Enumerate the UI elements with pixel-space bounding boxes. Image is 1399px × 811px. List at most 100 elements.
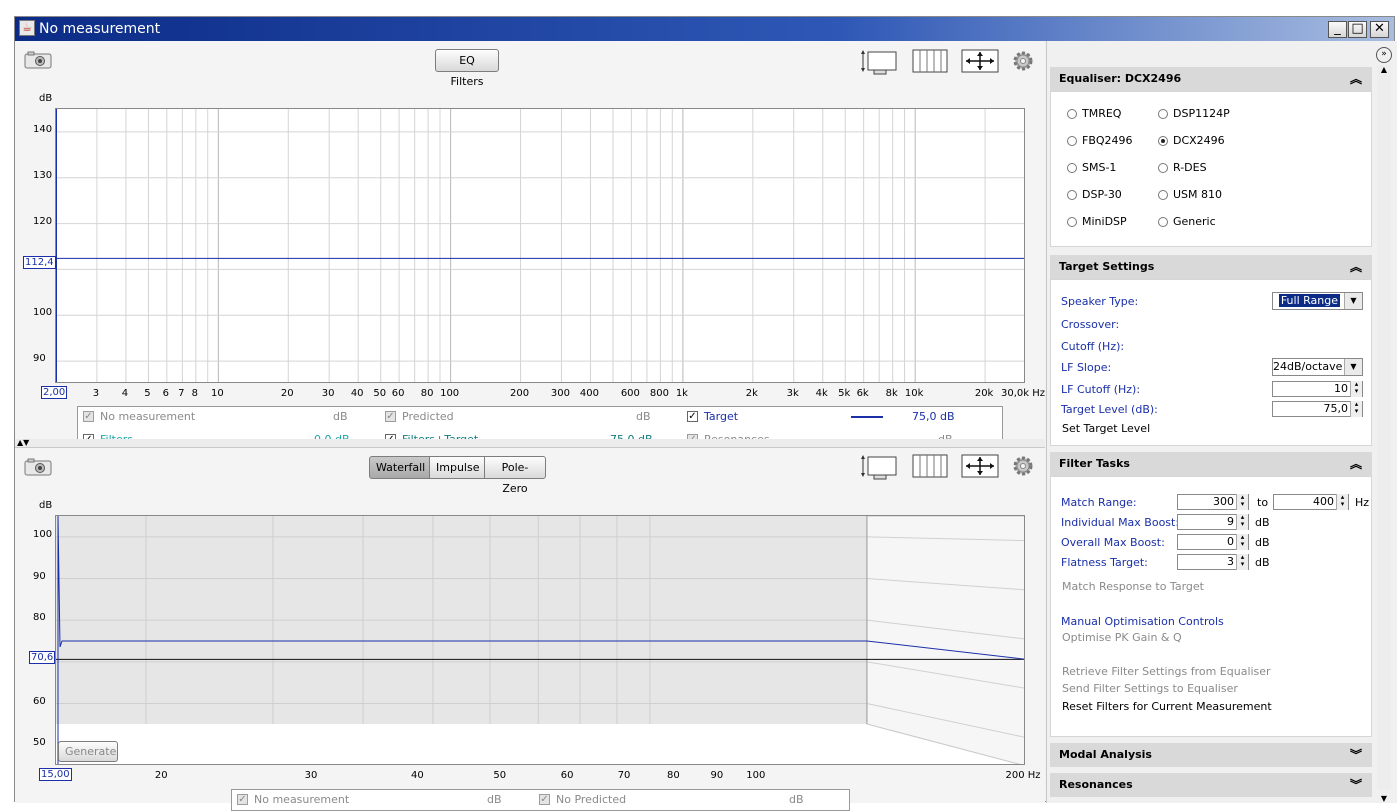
radio-sms-1[interactable]: [1067, 163, 1077, 173]
radio-fbq2496[interactable]: [1067, 136, 1077, 146]
expand-chevron-icon[interactable]: ︾: [1350, 773, 1362, 797]
tick-label: 90: [33, 353, 46, 365]
tick-label: 400: [579, 388, 600, 399]
tab-impulse[interactable]: Impulse: [429, 456, 485, 479]
eq-filters-button[interactable]: EQ Filters: [435, 49, 499, 88]
equaliser-header[interactable]: Equaliser: DCX2496 ︽: [1050, 67, 1372, 91]
vertical-zoom-icon[interactable]: [860, 49, 898, 75]
legend-label-target: Target: [704, 410, 739, 423]
window-title: No measurement: [39, 21, 161, 37]
lf-cutoff-input[interactable]: 10: [1272, 381, 1363, 397]
radio-label-tmreq: TMREQ: [1082, 107, 1122, 120]
chevron-down-icon[interactable]: ▼: [1344, 359, 1362, 375]
sidebar-scrollbar[interactable]: ▲ ▼: [1377, 65, 1391, 803]
panel-splitter[interactable]: ▲▼: [15, 439, 1045, 448]
radio-dcx2496[interactable]: [1158, 136, 1168, 146]
collapse-chevron-icon[interactable]: ︽: [1350, 67, 1362, 91]
gear-icon[interactable]: [1012, 50, 1034, 72]
bottom-graph-panel: Waterfall Impulse Pole-Zero dB 100 90 80…: [15, 448, 1045, 811]
collapse-sidebar-icon[interactable]: »: [1376, 47, 1392, 63]
close-button[interactable]: ✕: [1370, 21, 1389, 38]
vertical-zoom-icon[interactable]: [860, 454, 898, 480]
fit-axes-icon[interactable]: [961, 454, 999, 478]
scroll-up-icon[interactable]: ▲: [1377, 65, 1391, 74]
columns-icon[interactable]: [912, 49, 948, 73]
target-level-input[interactable]: 75,0: [1272, 401, 1363, 417]
radio-label-fbq2496: FBQ2496: [1082, 134, 1133, 147]
tick-label: 200 Hz: [1005, 770, 1041, 781]
tick-label: 20: [154, 770, 168, 781]
tick-label: 130: [33, 169, 53, 181]
chevron-down-icon[interactable]: ▼: [1344, 293, 1362, 309]
radio-usm-810[interactable]: [1158, 190, 1168, 200]
tick-label: 600: [620, 388, 640, 399]
legend-checkbox-predicted[interactable]: ✓: [385, 411, 396, 422]
tick-label: 60: [391, 388, 405, 399]
tick-label: 8: [191, 388, 199, 399]
modal-analysis-header[interactable]: Modal Analysis ︾: [1050, 743, 1372, 767]
title-bar: ☕ No measurement _ □ ✕: [15, 17, 1394, 41]
optimise-pk-link[interactable]: Optimise PK Gain & Q: [1062, 631, 1182, 644]
legend-checkbox-no-measurement[interactable]: ✓: [237, 794, 248, 805]
manual-optimisation-link[interactable]: Manual Optimisation Controls: [1061, 615, 1224, 628]
radio-label-minidsp: MiniDSP: [1082, 215, 1127, 228]
gear-icon[interactable]: [1012, 455, 1034, 477]
scroll-down-icon[interactable]: ▼: [1377, 794, 1391, 803]
flatness-target-input[interactable]: 3: [1177, 554, 1249, 570]
tab-waterfall[interactable]: Waterfall: [369, 456, 430, 479]
reset-filters-link[interactable]: Reset Filters for Current Measurement: [1062, 700, 1272, 713]
target-settings-header[interactable]: Target Settings ︽: [1050, 255, 1372, 279]
fit-axes-icon[interactable]: [961, 49, 999, 73]
radio-tmreq[interactable]: [1067, 109, 1077, 119]
generate-button[interactable]: Generate: [58, 741, 118, 762]
radio-label-dsp1124p: DSP1124P: [1173, 107, 1230, 120]
frequency-response-plot[interactable]: [55, 108, 1025, 383]
legend-label-no-predicted: No Predicted: [556, 793, 627, 806]
tick-label: 90: [710, 770, 724, 781]
expand-chevron-icon[interactable]: ︾: [1350, 743, 1362, 767]
radio-dsp1124p[interactable]: [1158, 109, 1168, 119]
splitter-arrows-icon[interactable]: ▲▼: [17, 439, 29, 447]
tick-label: 1k: [675, 388, 688, 399]
send-filter-settings-link[interactable]: Send Filter Settings to Equaliser: [1062, 682, 1238, 695]
tick-label: 8k: [885, 388, 898, 399]
match-response-link[interactable]: Match Response to Target: [1062, 580, 1204, 593]
camera-icon[interactable]: [24, 51, 52, 69]
overall-max-boost-input[interactable]: 0: [1177, 534, 1249, 550]
camera-icon[interactable]: [24, 458, 52, 476]
tick-label: 2k: [745, 388, 758, 399]
lf-slope-select[interactable]: 24dB/octave ▼: [1272, 358, 1363, 376]
maximize-button[interactable]: □: [1348, 21, 1367, 38]
target-settings-title: Target Settings: [1059, 260, 1155, 273]
radio-minidsp[interactable]: [1067, 217, 1077, 227]
tick-label: 120: [33, 215, 53, 227]
collapse-chevron-icon[interactable]: ︽: [1350, 452, 1362, 476]
match-range-from-input[interactable]: 300: [1177, 494, 1249, 510]
radio-generic[interactable]: [1158, 217, 1168, 227]
individual-max-boost-input[interactable]: 9: [1177, 514, 1249, 530]
radio-dsp-30[interactable]: [1067, 190, 1077, 200]
speaker-type-select[interactable]: Full Range ▼: [1272, 292, 1363, 310]
set-target-level-link[interactable]: Set Target Level: [1062, 422, 1150, 435]
tab-pole-zero[interactable]: Pole-Zero: [484, 456, 546, 495]
columns-icon[interactable]: [912, 454, 948, 478]
tick-label: 80: [667, 770, 680, 781]
legend-checkbox-target[interactable]: ✓: [687, 411, 698, 422]
retrieve-filter-settings-link[interactable]: Retrieve Filter Settings from Equaliser: [1062, 665, 1271, 678]
legend-checkbox-no-predicted[interactable]: ✓: [539, 794, 550, 805]
match-range-to-input[interactable]: 400: [1273, 494, 1349, 510]
resonances-header[interactable]: Resonances ︾: [1050, 773, 1372, 797]
waterfall-plot[interactable]: [55, 515, 1025, 765]
tick-label: 60: [560, 770, 574, 781]
filter-tasks-header[interactable]: Filter Tasks ︽: [1050, 452, 1372, 476]
legend-checkbox-no-measurement[interactable]: ✓: [83, 411, 94, 422]
tick-label: 3: [92, 388, 100, 399]
tick-label: 30: [321, 388, 335, 399]
modal-analysis-title: Modal Analysis: [1059, 748, 1152, 761]
legend-label-no-measurement: No measurement: [254, 793, 350, 806]
resonances-title: Resonances: [1059, 778, 1133, 791]
collapse-chevron-icon[interactable]: ︽: [1350, 255, 1362, 279]
radio-r-des[interactable]: [1158, 163, 1168, 173]
overall-max-boost-label: Overall Max Boost:: [1061, 536, 1165, 549]
minimize-button[interactable]: _: [1328, 21, 1347, 38]
